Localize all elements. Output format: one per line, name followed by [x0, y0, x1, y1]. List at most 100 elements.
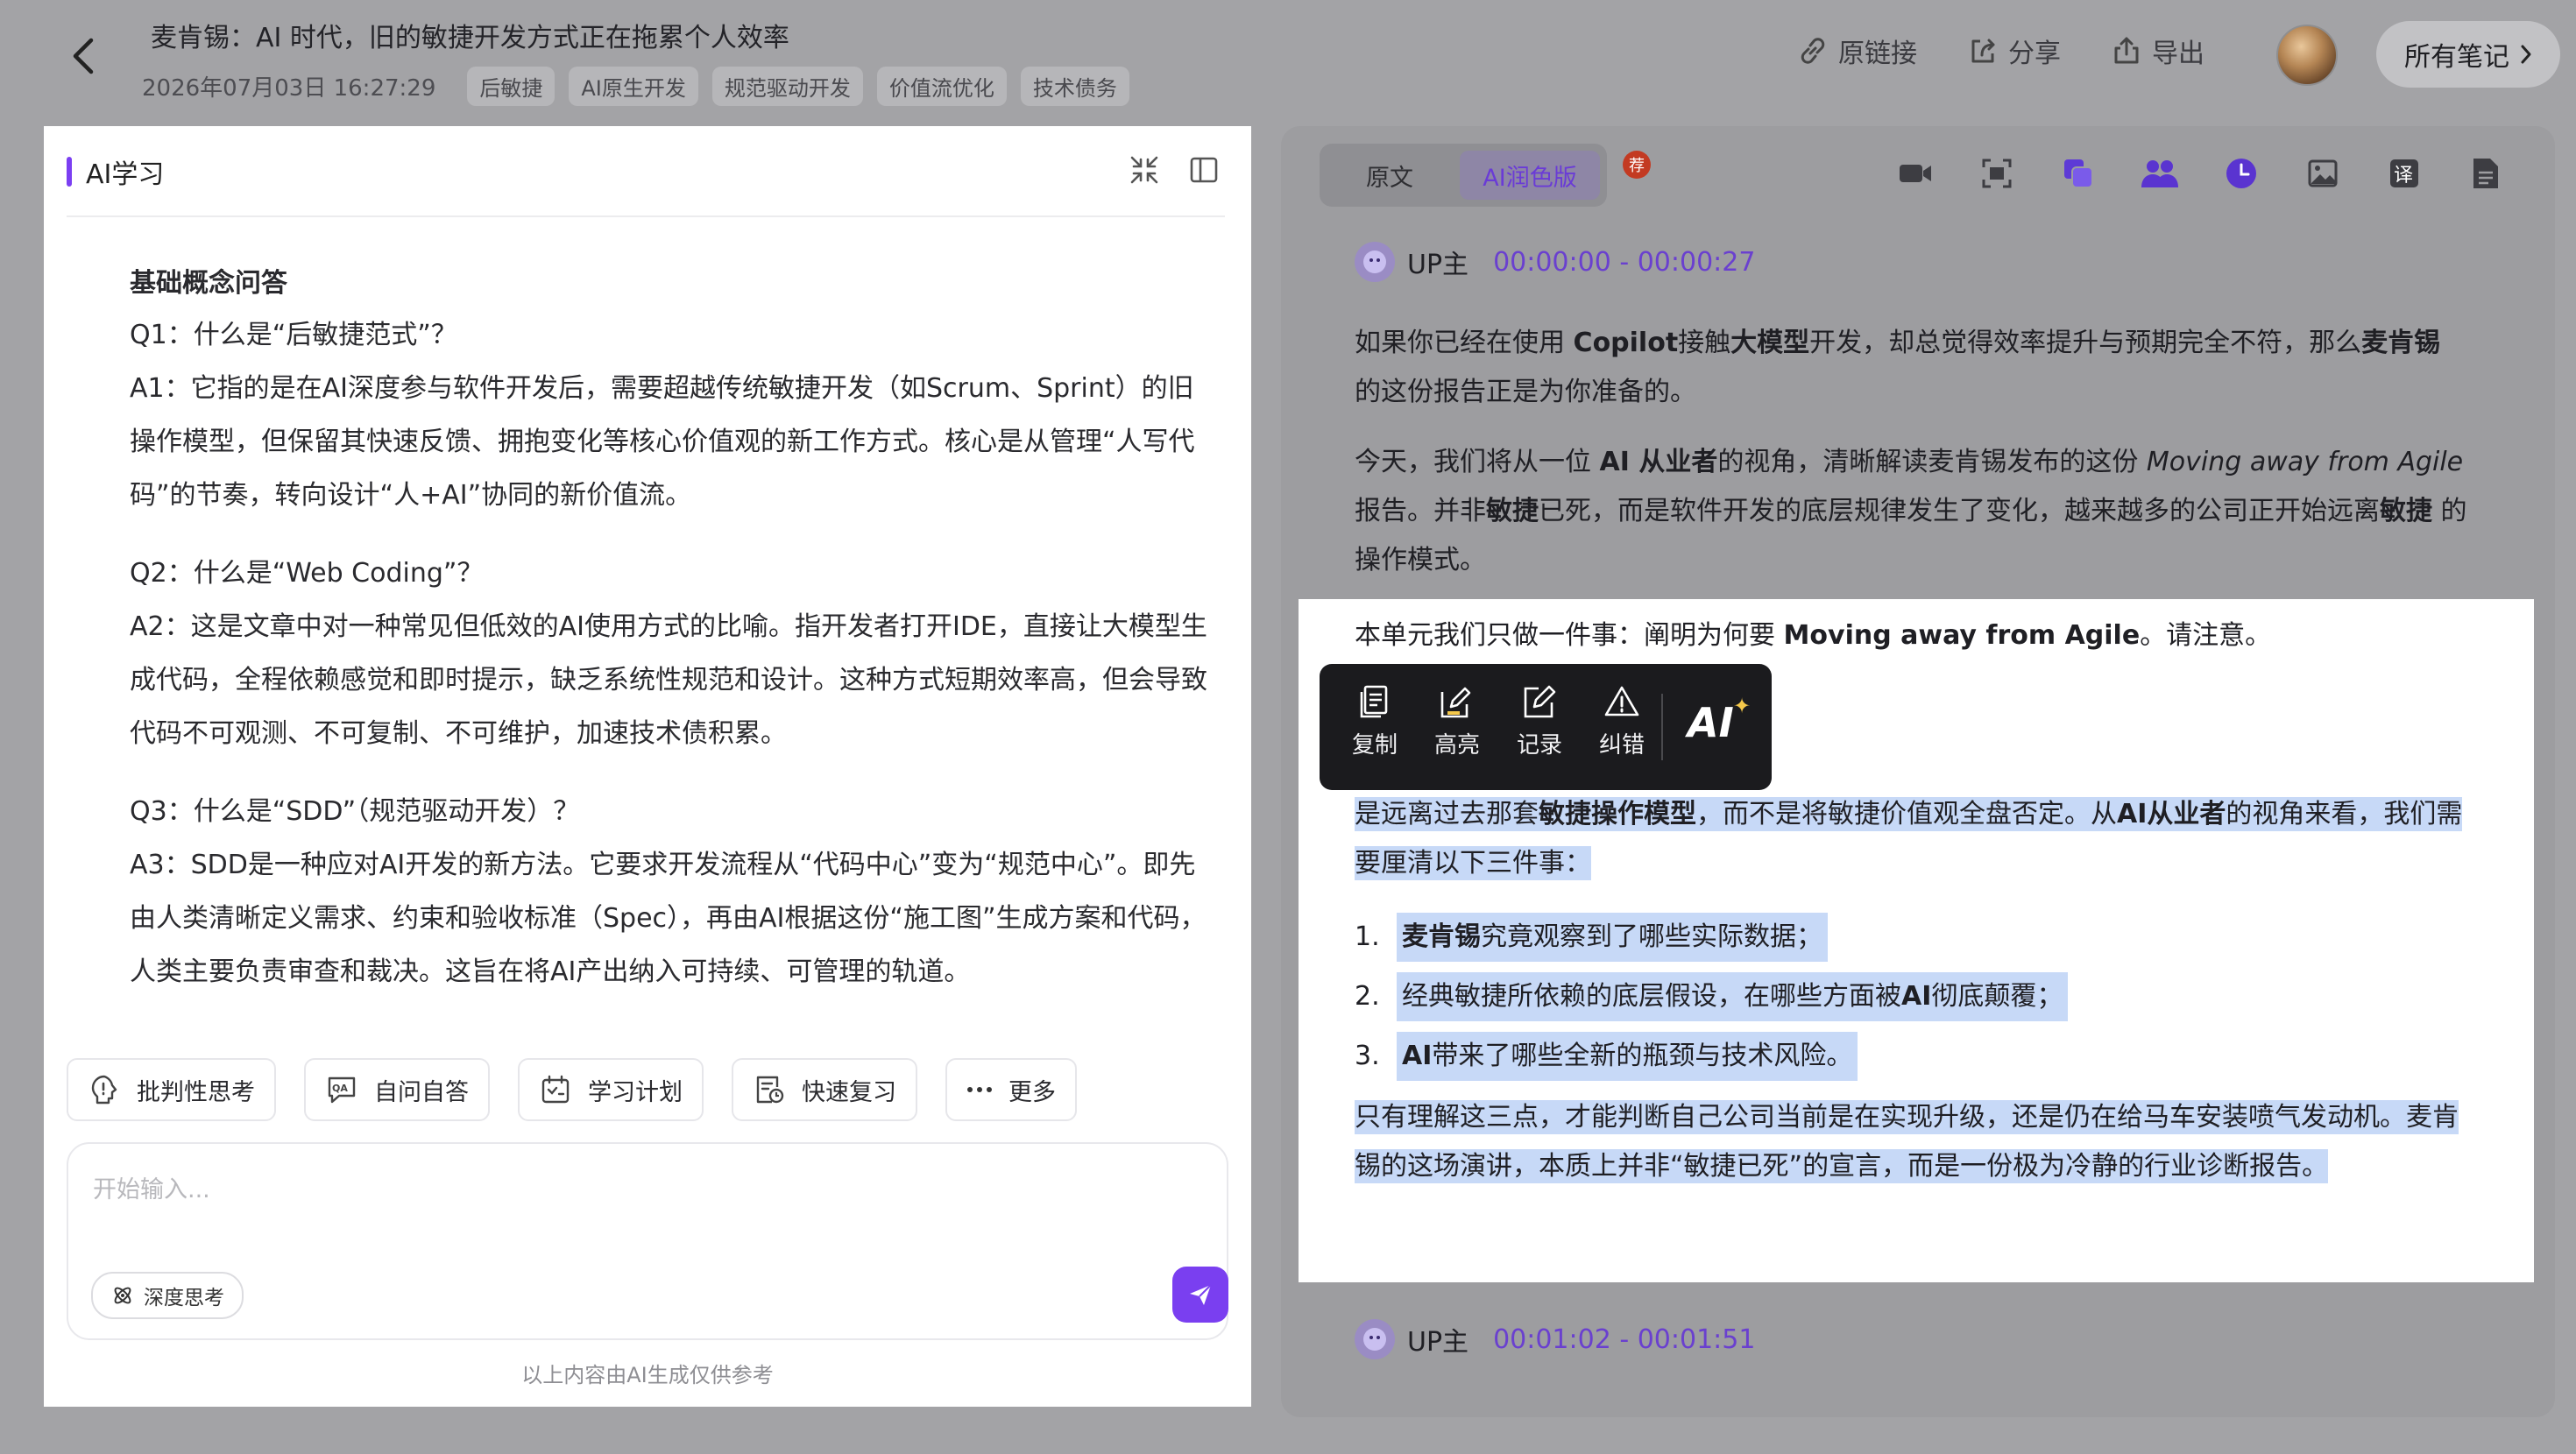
keyword: 麦肯锡	[2361, 328, 2441, 358]
speaker-face-icon	[1363, 251, 1386, 273]
highlight-label: 高亮	[1433, 732, 1480, 759]
video-button[interactable]	[1894, 152, 1936, 194]
timestamp[interactable]: 00:00:00 - 00:00:27	[1493, 247, 1755, 278]
all-notes-label: 所有笔记	[2404, 42, 2509, 73]
tag[interactable]: AI原生开发	[569, 67, 698, 106]
answer: A2：这是文章中对一种常见但低效的AI使用方式的比喻。指开发者打开IDE，直接让…	[130, 611, 1207, 749]
question: Q3：什么是“SDD”（规范驱动开发）？	[130, 796, 580, 827]
chip-label: 更多	[1008, 1078, 1056, 1106]
list-item[interactable]: 3. AI带来了哪些全新的瓶颈与技术风险。	[1355, 1027, 2481, 1086]
chat-input[interactable]	[91, 1168, 1146, 1225]
back-button[interactable]	[61, 30, 105, 82]
ellipsis-icon	[967, 1087, 992, 1092]
note-button[interactable]: 记录	[1509, 683, 1570, 759]
speaker-header: UP主 00:01:02 - 00:01:51	[1355, 1319, 1755, 1359]
text: 已死，而是软件开发的底层规律发生了变化，越来越多的公司正开始远离	[1539, 496, 2380, 526]
tag[interactable]: 技术债务	[1020, 67, 1129, 106]
list-item[interactable]: 2. 经典敏捷所依赖的底层假设，在哪些方面被AI彻底颠覆；	[1355, 967, 2481, 1027]
keyword: 麦肯锡	[1402, 921, 1481, 952]
text: 经典敏捷所依赖的底层假设，在哪些方面被	[1402, 981, 1901, 1012]
toolbar: 译	[1894, 152, 2507, 194]
timeline-button[interactable]	[2220, 152, 2262, 194]
share-icon	[1971, 39, 1995, 63]
screenshot-button[interactable]	[1976, 152, 2018, 194]
share-button[interactable]: 分享	[1966, 32, 2061, 70]
ai-learning-panel: AI学习 基础概念问答 Q1：什么是“后敏捷范式”？ A1：它指的是在AI深度参…	[44, 126, 1251, 1407]
panel-header: AI学习	[67, 152, 164, 191]
keyword: AI	[1402, 1041, 1433, 1071]
paragraph: 如果你已经在使用 Copilot接触大模型开发，却总觉得效率提升与预期完全不符，…	[1355, 319, 2467, 417]
export-label: 导出	[2152, 39, 2204, 69]
qa-icon: QA	[328, 1076, 356, 1104]
keyword: AI从业者	[2117, 799, 2226, 829]
export-button[interactable]: 导出	[2110, 32, 2204, 70]
more-chip[interactable]: 更多	[945, 1058, 1077, 1121]
chip-label: 快速复习	[802, 1078, 896, 1106]
keyword: Moving away from Agile	[1783, 620, 2141, 651]
list-item[interactable]: 1. 麦肯锡究竟观察到了哪些实际数据；	[1355, 907, 2481, 967]
list-number: 1.	[1355, 921, 1380, 952]
ai-disclaimer: 以上内容由AI生成仅供参考	[521, 1363, 774, 1387]
avatar[interactable]	[2276, 25, 2338, 86]
tab-ai-polished[interactable]: AI润色版	[1460, 151, 1600, 200]
qa-item: Q1：什么是“后敏捷范式”？ A1：它指的是在AI深度参与软件开发后，需要超越传…	[130, 308, 1216, 522]
speakers-button[interactable]	[2139, 152, 2181, 194]
sidebar-toggle-button[interactable]	[1188, 154, 1220, 186]
text: 开发，却总觉得效率提升与预期完全不符，那么	[1809, 328, 2362, 358]
note-datetime: 2026年07月03日 16:27:29	[142, 75, 436, 102]
translate-icon: 译	[2390, 159, 2418, 187]
study-plan-chip[interactable]: 学习计划	[518, 1058, 704, 1121]
report-error-button[interactable]: 纠错	[1591, 683, 1652, 759]
copy-button[interactable]: 复制	[1344, 683, 1405, 759]
divider	[67, 215, 1225, 217]
ai-assist-button[interactable]: AI ✦	[1688, 694, 1751, 746]
all-notes-button[interactable]: 所有笔记	[2376, 21, 2560, 88]
timestamp[interactable]: 00:01:02 - 00:01:51	[1493, 1324, 1755, 1355]
translate-button[interactable]: 译	[2383, 152, 2425, 194]
tab-original[interactable]: 原文	[1327, 151, 1453, 200]
quick-review-chip[interactable]: 快速复习	[732, 1058, 917, 1121]
version-switch: 原文 AI润色版 荐	[1320, 144, 1651, 207]
sparkle-icon: ✦	[1733, 694, 1752, 718]
selected-paragraph[interactable]: 只有理解这三点，才能判断自己公司当前是在实现升级，还是仍在给马车安装喷气发动机。…	[1355, 1093, 2481, 1191]
send-button[interactable]	[1172, 1267, 1228, 1323]
image-icon	[2308, 159, 2338, 187]
warning-icon	[1604, 686, 1639, 716]
selected-paragraph[interactable]: 是远离过去那套敏捷操作模型，而不是将敏捷价值观全盘否定。从AI从业者的视角来看，…	[1355, 790, 2481, 888]
chevron-left-icon	[73, 38, 94, 74]
users-icon	[2141, 160, 2178, 187]
copy-layers-button[interactable]	[2057, 152, 2099, 194]
tag[interactable]: 后敏捷	[467, 67, 556, 106]
share-label: 分享	[2008, 39, 2061, 69]
image-button[interactable]	[2302, 152, 2344, 194]
question: Q2：什么是“Web Coding”？	[130, 558, 484, 589]
original-link-label: 原链接	[1838, 39, 1917, 69]
original-link-button[interactable]: 原链接	[1796, 32, 1917, 70]
collapse-icon	[1130, 156, 1158, 184]
collapse-button[interactable]	[1129, 154, 1160, 186]
text: 带来了哪些全新的瓶颈与技术风险。	[1432, 1041, 1853, 1071]
chip-label: 批判性思考	[137, 1078, 255, 1106]
header-actions: 原链接 分享 导出	[1796, 32, 2254, 70]
deep-think-label: 深度思考	[144, 1287, 224, 1309]
quick-actions: 批判性思考 QA 自问自答 学习计划 快速复习 更多	[67, 1058, 1077, 1121]
keyword: Copilot	[1573, 328, 1679, 358]
text: 本单元我们只做一件事：阐明为何要	[1355, 620, 1784, 651]
text: 彻底颠覆；	[1931, 981, 2063, 1012]
keyword: AI	[1901, 981, 1932, 1012]
video-icon	[1900, 165, 1931, 182]
chip-label: 学习计划	[588, 1078, 683, 1106]
clock-icon	[2226, 159, 2256, 188]
deep-think-toggle[interactable]: 深度思考	[91, 1272, 244, 1319]
text: ，而不是将敏捷价值观全盘否定。从	[1696, 799, 2117, 829]
highlight-button[interactable]: 高亮	[1426, 683, 1488, 759]
self-qa-chip[interactable]: QA 自问自答	[304, 1058, 490, 1121]
note-title: 麦肯锡：AI 时代，旧的敏捷开发方式正在拖累个人效率	[151, 23, 789, 53]
note-meta: 2026年07月03日 16:27:29 后敏捷 AI原生开发 规范驱动开发 价…	[142, 67, 1129, 106]
tag[interactable]: 价值流优化	[876, 67, 1007, 106]
tag[interactable]: 规范驱动开发	[711, 67, 863, 106]
document-button[interactable]	[2465, 152, 2507, 194]
text: 。请注意。	[2140, 620, 2272, 651]
critical-thinking-chip[interactable]: 批判性思考	[67, 1058, 276, 1121]
copy-label: 复制	[1351, 732, 1398, 759]
